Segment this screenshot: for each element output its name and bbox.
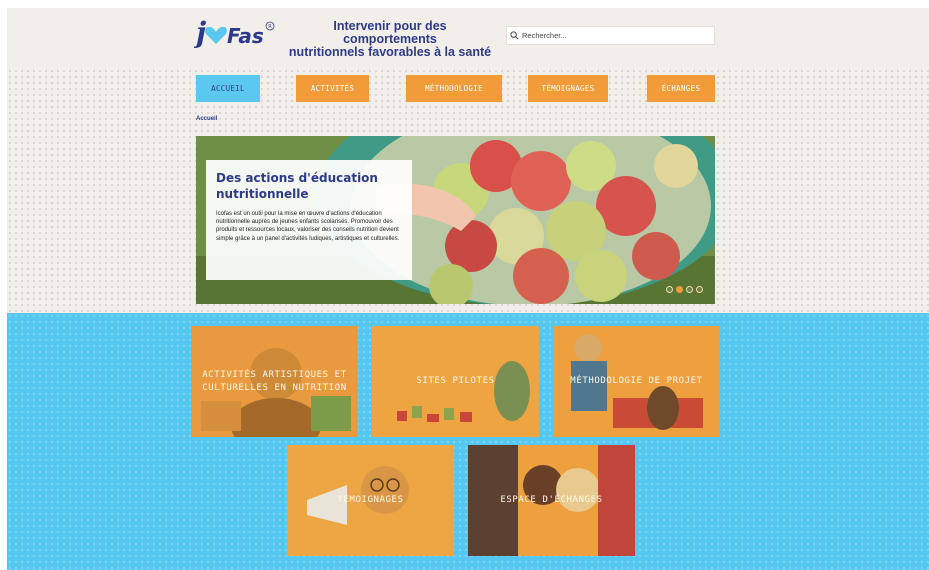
slide-dot-3[interactable] (686, 286, 693, 293)
hero-description: Icofas est un outil pour la mise en œuvr… (216, 211, 400, 242)
tile-label: ACTIVITÉS ARTISTIQUES ET CULTURELLES EN … (202, 369, 347, 393)
site-tagline: Intervenir pour des comportements nutrit… (285, 20, 495, 59)
nav-methodologie[interactable]: MÉTHODOLOGIE (406, 75, 502, 102)
tagline-line-1: Intervenir pour des comportements (333, 19, 447, 46)
slide-dot-1[interactable] (666, 286, 673, 293)
slider-pagination (666, 286, 703, 293)
tile-sites-pilotes[interactable]: SITES PILOTES (372, 326, 539, 437)
search-icon (510, 31, 519, 40)
tile-activites-artistiques[interactable]: ACTIVITÉS ARTISTIQUES ET CULTURELLES EN … (191, 326, 358, 437)
tile-label: TÉMOIGNAGES (337, 495, 404, 505)
site-header: j Fas R Intervenir pour des comportement… (7, 8, 929, 66)
tile-espace-echanges[interactable]: ESPACE D'ÉCHANGES (468, 445, 635, 556)
svg-text:j: j (194, 16, 206, 49)
hero-slider: Des actions d'éducation nutritionnelle I… (196, 136, 715, 304)
slide-dot-2[interactable] (676, 286, 683, 293)
tile-temoignages[interactable]: TÉMOIGNAGES (287, 445, 454, 556)
hero-title: Des actions d'éducation nutritionnelle (216, 171, 378, 201)
hero-caption-card: Des actions d'éducation nutritionnelle I… (206, 160, 412, 280)
nav-accueil[interactable]: ACCUEIL (196, 75, 260, 102)
nav-temoignages[interactable]: TÉMOIGNAGES (528, 75, 608, 102)
svg-text:Fas: Fas (227, 24, 264, 48)
breadcrumb[interactable]: Accueil (196, 116, 217, 122)
tile-label: MÉTHODOLOGIE DE PROJET (570, 376, 703, 386)
search-input[interactable] (522, 31, 702, 40)
nav-echanges[interactable]: ÉCHANGES (647, 75, 715, 102)
icofas-logo[interactable]: j Fas R (194, 12, 276, 54)
tile-label: ESPACE D'ÉCHANGES (500, 495, 603, 505)
tile-label: SITES PILOTES (416, 376, 495, 386)
tagline-line-2: nutritionnels favorables à la santé (288, 45, 492, 59)
svg-text:R: R (268, 24, 272, 30)
page: j Fas R Intervenir pour des comportement… (7, 8, 929, 570)
search-box[interactable] (506, 26, 715, 45)
nav-activites[interactable]: ACTIVITÉS (296, 75, 369, 102)
slide-dot-4[interactable] (696, 286, 703, 293)
tile-methodologie-projet[interactable]: MÉTHODOLOGIE DE PROJET (553, 326, 720, 437)
